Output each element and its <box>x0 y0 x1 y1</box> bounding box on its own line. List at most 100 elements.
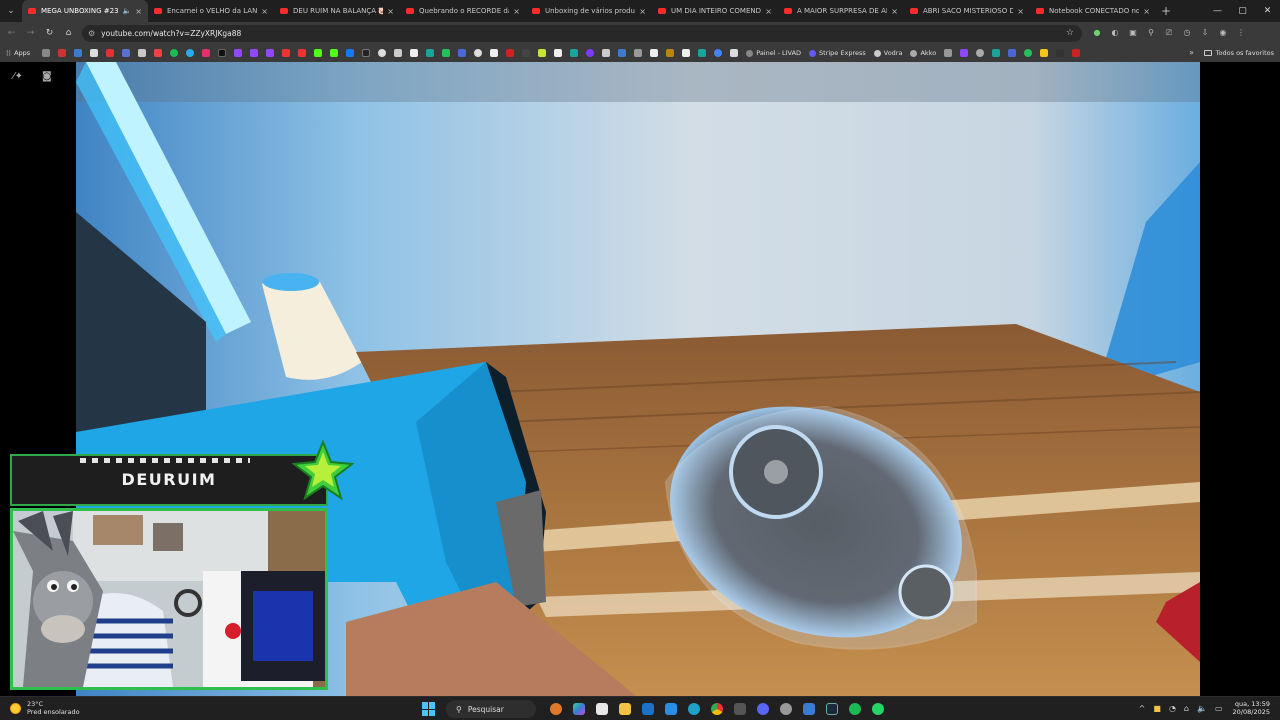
new-tab-button[interactable]: + <box>1156 4 1176 18</box>
bookmark-icon[interactable] <box>42 49 51 57</box>
bookmark-icon[interactable] <box>1024 49 1033 57</box>
close-tab-icon[interactable]: × <box>387 7 394 16</box>
taskbar-app-chrome[interactable] <box>705 699 728 719</box>
taskbar-app-whatsapp[interactable] <box>866 699 889 719</box>
tab-4[interactable]: Quebrando o RECORDE da PLA × <box>400 0 526 22</box>
bookmark-icon[interactable] <box>554 49 563 57</box>
close-tab-icon[interactable]: × <box>513 7 520 16</box>
bookmark-icon[interactable] <box>202 49 211 57</box>
home-icon[interactable]: ⌂ <box>59 28 78 38</box>
tab-6[interactable]: UM DIA INTEIRO COMENDO N × <box>652 0 778 22</box>
extension-icon[interactable]: ● <box>1088 28 1106 38</box>
taskbar-search[interactable]: ⚲ Pesquisar <box>446 700 536 718</box>
history-icon[interactable]: ◷ <box>1178 28 1196 38</box>
apps-shortcut[interactable]: ⁝⁝ Apps <box>6 49 30 58</box>
bookmark-icon[interactable] <box>298 49 307 57</box>
taskbar-app-store[interactable] <box>590 699 613 719</box>
bookmark-icon[interactable] <box>410 49 419 57</box>
tab-1[interactable]: MEGA UNBOXING #23 – Cl 🔈 × <box>22 0 148 22</box>
taskbar-app-steam[interactable] <box>820 699 843 719</box>
cast-icon[interactable]: ⎚ <box>1160 28 1178 38</box>
bookmark-icon[interactable] <box>602 49 611 57</box>
close-window-button[interactable]: ✕ <box>1255 0 1280 22</box>
bookmark-icon[interactable] <box>90 49 99 57</box>
bookmark-icon[interactable] <box>698 49 707 57</box>
tray-app-icon[interactable]: ◔ <box>1169 704 1176 713</box>
site-info-icon[interactable]: ⚙ <box>88 29 95 38</box>
bookmark-akko[interactable]: Akko <box>910 49 936 57</box>
reload-icon[interactable]: ↻ <box>40 28 59 38</box>
bookmark-icon[interactable] <box>586 49 595 57</box>
bookmark-icon[interactable] <box>186 49 195 57</box>
bookmark-icon[interactable] <box>282 49 291 57</box>
bookmark-icon[interactable] <box>106 49 115 57</box>
bookmark-icon[interactable] <box>666 49 675 57</box>
bookmark-icon[interactable] <box>1056 49 1065 57</box>
taskbar-app-settings[interactable] <box>774 699 797 719</box>
bookmark-icon[interactable] <box>330 49 339 57</box>
bookmark-stripe-express[interactable]: Stripe Express <box>809 49 866 57</box>
bookmark-icon[interactable] <box>634 49 643 57</box>
taskbar-app-explorer[interactable] <box>613 699 636 719</box>
bookmark-icon[interactable] <box>1072 49 1081 57</box>
forward-arrow-icon[interactable]: → <box>21 28 40 38</box>
minimize-button[interactable]: — <box>1205 0 1230 22</box>
close-tab-icon[interactable]: × <box>135 7 142 16</box>
bookmark-vodra[interactable]: Vodra <box>873 49 902 57</box>
bookmark-icon[interactable] <box>714 49 723 57</box>
bookmark-icon[interactable] <box>394 49 403 57</box>
taskbar-app-todo[interactable] <box>797 699 820 719</box>
bookmark-icon[interactable] <box>570 49 579 57</box>
windows-start-icon[interactable] <box>422 702 436 716</box>
close-tab-icon[interactable]: × <box>891 7 898 16</box>
tab-2[interactable]: Encarnei o VELHO da LANCHA × <box>148 0 274 22</box>
taskbar-app-widget[interactable] <box>544 699 567 719</box>
network-icon[interactable]: ⌂ <box>1184 704 1189 713</box>
bookmark-icon[interactable] <box>314 49 323 57</box>
tab-3[interactable]: DEU RUIM NA BALANÇA 🐷😱 × <box>274 0 400 22</box>
bookmark-icon[interactable] <box>944 49 953 57</box>
bookmark-icon[interactable] <box>378 49 387 57</box>
bookmark-icon[interactable] <box>74 49 83 57</box>
bookmark-icon[interactable] <box>730 49 739 57</box>
bookmark-icon[interactable] <box>490 49 499 57</box>
tray-chevron-icon[interactable]: ^ <box>1139 704 1146 713</box>
bookmark-icon[interactable] <box>346 49 355 57</box>
close-tab-icon[interactable]: × <box>765 7 772 16</box>
bookmark-icon[interactable] <box>992 49 1001 57</box>
bookmark-icon[interactable] <box>960 49 969 57</box>
bookmark-icon[interactable] <box>618 49 627 57</box>
bookmark-icon[interactable] <box>234 49 243 57</box>
bookmark-icon[interactable] <box>1008 49 1017 57</box>
menu-kebab-icon[interactable]: ⋮ <box>1232 28 1250 38</box>
bookmark-icon[interactable] <box>442 49 451 57</box>
bookmark-icon[interactable] <box>122 49 131 57</box>
bookmark-icon[interactable] <box>506 49 515 57</box>
bookmark-icon[interactable] <box>138 49 147 57</box>
extension-icon[interactable]: ⚲ <box>1142 28 1160 38</box>
close-tab-icon[interactable]: × <box>1017 7 1024 16</box>
extensions-puzzle-icon[interactable]: ▣ <box>1124 28 1142 38</box>
tray-app-icon[interactable]: ■ <box>1153 704 1161 713</box>
more-bookmarks-icon[interactable]: » <box>1189 44 1194 62</box>
taskbar-app-spotify[interactable] <box>843 699 866 719</box>
bookmark-icon[interactable] <box>538 49 547 57</box>
camera-icon[interactable]: ◙ <box>42 71 52 82</box>
taskbar-app-vscode[interactable] <box>659 699 682 719</box>
bookmark-icon[interactable] <box>1040 49 1049 57</box>
close-tab-icon[interactable]: × <box>1143 7 1150 16</box>
taskbar-app-xbox[interactable] <box>728 699 751 719</box>
bookmark-icon[interactable] <box>976 49 985 57</box>
maximize-button[interactable]: ▢ <box>1230 0 1255 22</box>
clock[interactable]: qua, 13:59 20/08/2025 <box>1233 700 1270 716</box>
bookmark-icon[interactable] <box>362 49 371 57</box>
address-bar[interactable]: ⚙ youtube.com/watch?v=ZZyXRJKga88 ☆ <box>82 24 1082 42</box>
battery-icon[interactable]: ▭ <box>1215 704 1223 713</box>
bookmark-icon[interactable] <box>266 49 275 57</box>
bookmark-icon[interactable] <box>458 49 467 57</box>
tab-7[interactable]: A MAIOR SURPRESA DE ANIVE × <box>778 0 904 22</box>
downloads-icon[interactable]: ⇩ <box>1196 28 1214 38</box>
bookmark-icon[interactable] <box>154 49 163 57</box>
close-tab-icon[interactable]: × <box>261 7 268 16</box>
all-favorites-folder[interactable]: Todos os favoritos <box>1203 44 1274 62</box>
